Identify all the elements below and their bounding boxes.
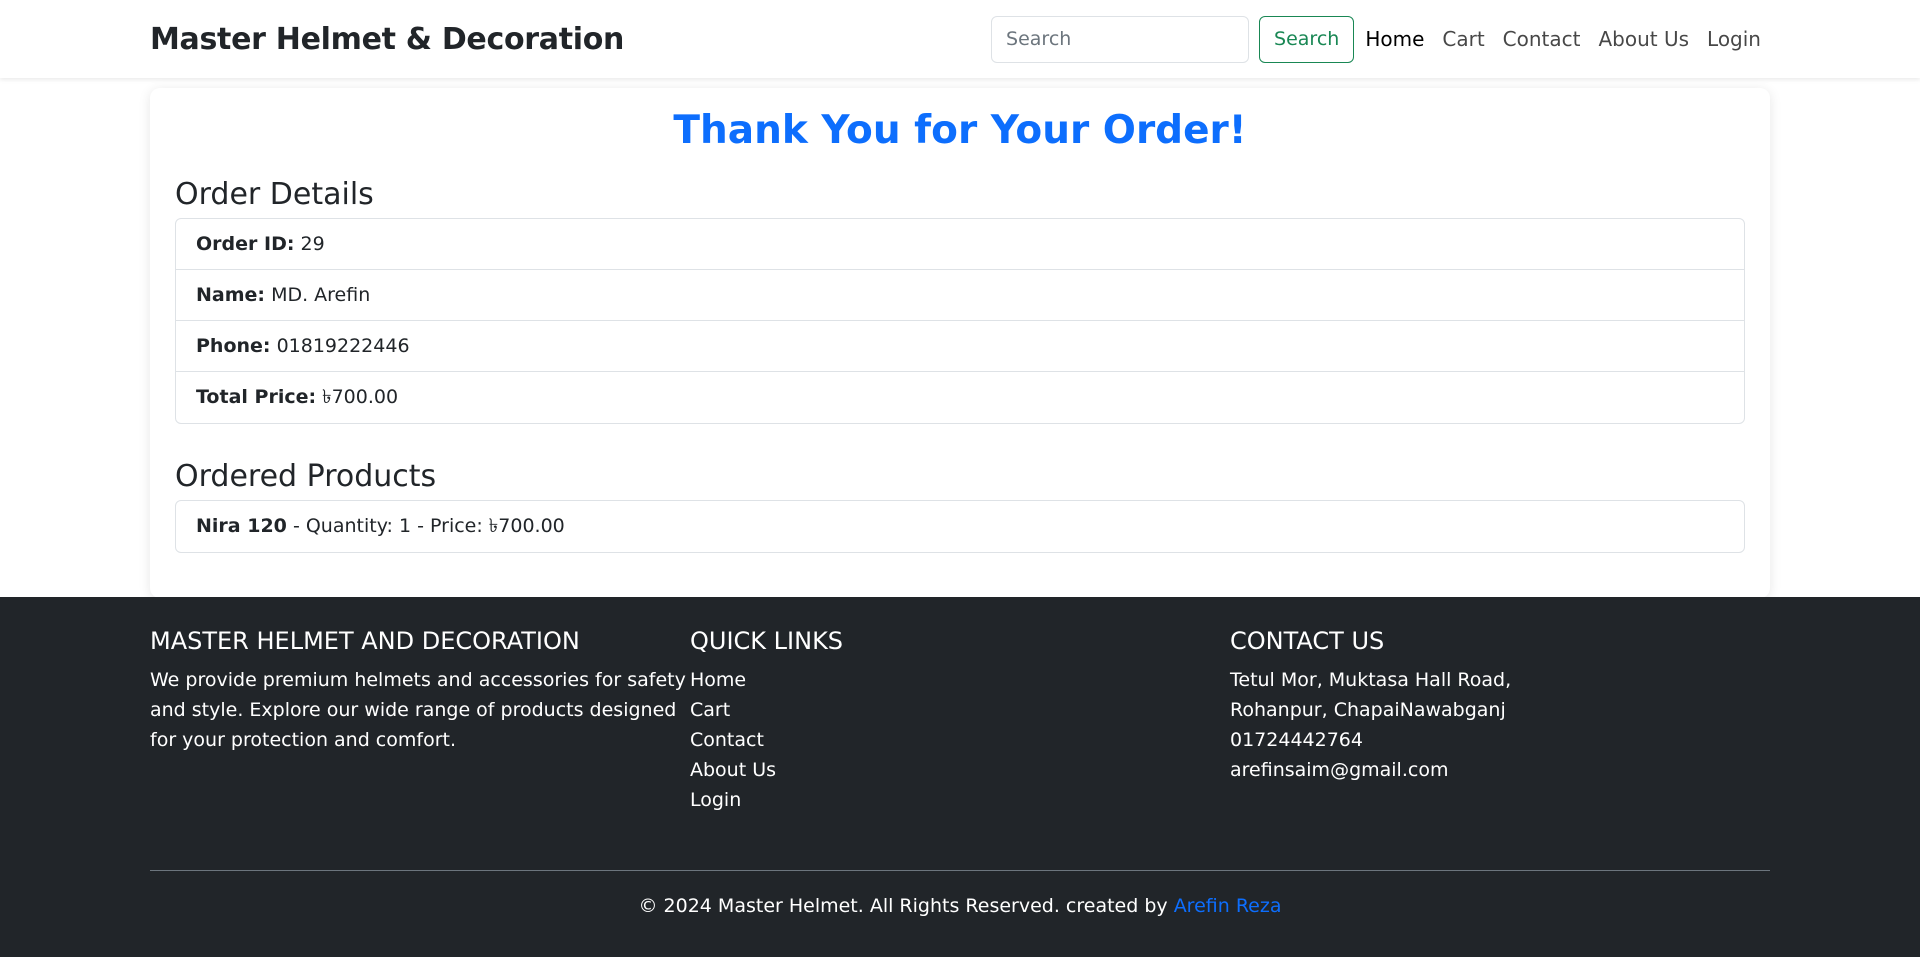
navbar: Master Helmet & Decoration Search Home C… bbox=[0, 0, 1920, 78]
nav-right: Search Home Cart Contact About Us Login bbox=[991, 15, 1770, 63]
brand-logo[interactable]: Master Helmet & Decoration bbox=[150, 22, 624, 57]
total-price-label: Total Price: bbox=[196, 385, 317, 408]
phone-label: Phone: bbox=[196, 334, 271, 357]
footer-links-list: Home Cart Contact About Us Login bbox=[690, 665, 1230, 815]
nav-link-cart[interactable]: Cart bbox=[1433, 27, 1493, 51]
product-detail: - Quantity: 1 - Price: ৳700.00 bbox=[292, 514, 565, 537]
footer-columns: MASTER HELMET AND DECORATION We provide … bbox=[150, 627, 1770, 867]
footer: MASTER HELMET AND DECORATION We provide … bbox=[0, 597, 1920, 957]
nav-link-home[interactable]: Home bbox=[1356, 27, 1433, 51]
footer-address: Tetul Mor, Muktasa Hall Road, Rohanpur, … bbox=[1230, 669, 1512, 721]
ordered-products-heading: Ordered Products bbox=[175, 458, 437, 494]
order-details-list: Order ID: 29 Name: MD. Arefin Phone: 018… bbox=[175, 217, 1745, 424]
footer-link-about-us[interactable]: About Us bbox=[690, 759, 776, 781]
name-row: Name: MD. Arefin bbox=[176, 270, 1744, 321]
name-value: MD. Arefin bbox=[271, 283, 371, 306]
footer-phone: 01724442764 bbox=[1230, 729, 1363, 751]
ordered-products-list: Nira 120 - Quantity: 1 - Price: ৳700.00 bbox=[175, 499, 1745, 553]
name-label: Name: bbox=[196, 283, 266, 306]
footer-link-home[interactable]: Home bbox=[690, 669, 746, 691]
footer-contact-heading: CONTACT US bbox=[1230, 627, 1385, 655]
total-price-row: Total Price: ৳700.00 bbox=[176, 372, 1744, 423]
footer-contact: CONTACT US Tetul Mor, Muktasa Hall Road,… bbox=[1230, 627, 1770, 867]
footer-divider bbox=[150, 870, 1770, 871]
footer-quick-links: QUICK LINKS Home Cart Contact About Us L… bbox=[690, 627, 1230, 867]
page-title: Thank You for Your Order! bbox=[673, 108, 1247, 153]
search-input[interactable] bbox=[991, 15, 1250, 63]
order-confirmation-card: Thank You for Your Order! Order Details … bbox=[150, 88, 1770, 598]
footer-about: MASTER HELMET AND DECORATION We provide … bbox=[150, 627, 690, 867]
footer-email: arefinsaim@gmail.com bbox=[1230, 759, 1449, 781]
phone-row: Phone: 01819222446 bbox=[176, 321, 1744, 372]
copyright-text: © 2024 Master Helmet. All Rights Reserve… bbox=[638, 895, 1168, 917]
footer-container: MASTER HELMET AND DECORATION We provide … bbox=[150, 597, 1770, 917]
order-id-value: 29 bbox=[300, 232, 325, 255]
product-name: Nira 120 bbox=[196, 514, 287, 537]
order-id-label: Order ID: bbox=[196, 232, 295, 255]
main-container: Thank You for Your Order! Order Details … bbox=[150, 88, 1770, 598]
nav-link-contact[interactable]: Contact bbox=[1494, 27, 1590, 51]
navbar-container: Master Helmet & Decoration Search Home C… bbox=[150, 0, 1770, 78]
nav-link-about-us[interactable]: About Us bbox=[1589, 27, 1698, 51]
footer-link-login[interactable]: Login bbox=[690, 789, 741, 811]
phone-value: 01819222446 bbox=[276, 334, 410, 357]
total-price-value: ৳700.00 bbox=[322, 385, 399, 408]
product-row: Nira 120 - Quantity: 1 - Price: ৳700.00 bbox=[176, 501, 1744, 552]
footer-about-text: We provide premium helmets and accessori… bbox=[150, 669, 686, 751]
footer-links-heading: QUICK LINKS bbox=[690, 627, 844, 655]
search-button[interactable]: Search bbox=[1259, 15, 1355, 63]
copyright: © 2024 Master Helmet. All Rights Reserve… bbox=[150, 895, 1770, 917]
footer-about-heading: MASTER HELMET AND DECORATION bbox=[150, 627, 580, 655]
order-details-heading: Order Details bbox=[175, 176, 374, 212]
author-link[interactable]: Arefin Reza bbox=[1174, 895, 1282, 917]
footer-link-contact[interactable]: Contact bbox=[690, 729, 764, 751]
nav-link-login[interactable]: Login bbox=[1698, 27, 1770, 51]
footer-link-cart[interactable]: Cart bbox=[690, 699, 730, 721]
order-id-row: Order ID: 29 bbox=[176, 219, 1744, 270]
nav-links: Home Cart Contact About Us Login bbox=[1356, 27, 1770, 51]
